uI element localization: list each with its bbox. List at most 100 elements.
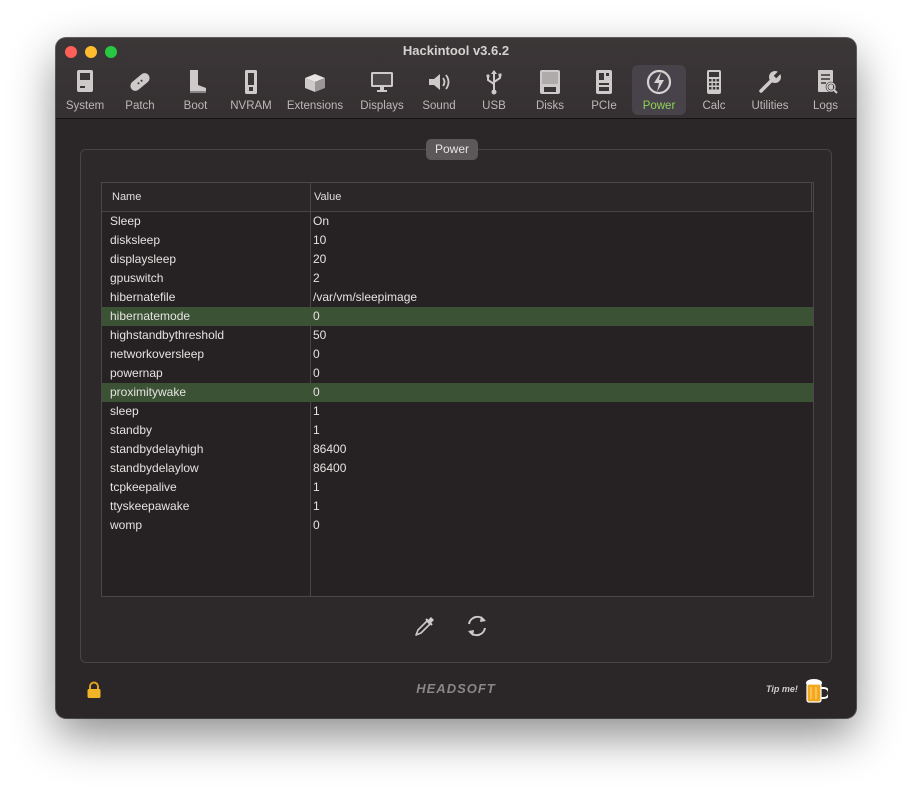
toolbar-label: System <box>65 100 105 112</box>
table-header: Name Value <box>102 183 813 212</box>
toolbar-utilities-button[interactable]: Utilities <box>744 65 796 115</box>
logs-icon <box>811 67 841 97</box>
toolbar-pcie-button[interactable]: PCIe <box>579 65 629 115</box>
table-row[interactable]: proximitywake 0 <box>102 383 813 402</box>
table-row[interactable]: gpuswitch 2 <box>102 269 813 288</box>
row-name: displaysleep <box>110 252 177 266</box>
table-row[interactable]: sleep 1 <box>102 402 813 421</box>
table-row[interactable]: hibernatemode 0 <box>102 307 813 326</box>
toolbar-label: Displays <box>360 100 404 112</box>
toolbar-logs-button[interactable]: Logs <box>798 65 853 115</box>
row-name: gpuswitch <box>110 271 164 285</box>
row-name: standbydelayhigh <box>110 442 204 456</box>
table-row[interactable]: Sleep On <box>102 212 813 231</box>
column-header-name[interactable]: Name <box>112 183 141 211</box>
sound-icon <box>424 67 454 97</box>
row-value: 50 <box>313 328 327 342</box>
utilities-icon <box>755 67 785 97</box>
toolbar-extensions-button[interactable]: Extensions <box>283 65 347 115</box>
toolbar-boot-button[interactable]: Boot <box>168 65 223 115</box>
table-row[interactable]: standbydelayhigh 86400 <box>102 440 813 459</box>
toolbar-label: Boot <box>183 100 208 112</box>
tip-me-label[interactable]: Tip me! <box>766 684 798 694</box>
title-bar: Hackintool v3.6.2 System Patch Boot NVRAM Ex… <box>56 38 856 119</box>
table-row[interactable]: highstandbythreshold 50 <box>102 326 813 345</box>
table-row[interactable]: networkoversleep 0 <box>102 345 813 364</box>
row-value: 10 <box>313 233 327 247</box>
toolbar-nvram-button[interactable]: NVRAM <box>225 65 277 115</box>
tip-me-button[interactable] <box>804 677 830 705</box>
edit-button[interactable] <box>412 613 438 639</box>
row-value: 86400 <box>313 442 347 456</box>
boot-icon <box>181 67 211 97</box>
refresh-button[interactable] <box>464 613 490 639</box>
toolbar-calc-button[interactable]: Calc <box>689 65 739 115</box>
table-row[interactable]: hibernatefile/var/vm/sleepimage <box>102 288 813 307</box>
toolbar-label: Disks <box>535 100 565 112</box>
toolbar-displays-button[interactable]: Displays <box>355 65 409 115</box>
toolbar-disks-button[interactable]: Disks <box>522 65 578 115</box>
toolbar-label: Logs <box>813 100 838 112</box>
table-row[interactable]: powernap 0 <box>102 364 813 383</box>
table-row[interactable]: standby 1 <box>102 421 813 440</box>
nvram-icon <box>236 67 266 97</box>
toolbar-label: Calc <box>702 100 726 112</box>
window-title: Hackintool v3.6.2 <box>402 43 510 58</box>
row-name: ttyskeepawake <box>110 499 190 513</box>
row-value: 0 <box>313 518 320 532</box>
main-toolbar: System Patch Boot NVRAM Extensions Displays So… <box>56 65 856 115</box>
headsoft-logo: HEADSOFT <box>416 681 496 696</box>
toolbar-label: PCIe <box>591 100 617 112</box>
row-name: powernap <box>110 366 163 380</box>
displays-icon <box>367 67 397 97</box>
power-icon <box>644 67 674 97</box>
usb-icon <box>479 67 509 97</box>
table-body: Sleep On disksleep 10 displaysleep 20 gpuswitc… <box>102 212 813 535</box>
toolbar-label: Utilities <box>751 100 789 112</box>
row-value: 86400 <box>313 461 347 475</box>
toolbar-power-button[interactable]: Power <box>632 65 686 115</box>
app-window: Hackintool v3.6.2 System Patch Boot NVRAM Ex… <box>56 38 856 718</box>
table-row[interactable]: ttyskeepawake 1 <box>102 497 813 516</box>
toolbar-label: USB <box>482 100 506 112</box>
row-name: highstandbythreshold <box>110 328 225 342</box>
row-name: proximitywake <box>110 385 187 399</box>
row-value: On <box>313 214 330 228</box>
lock-button[interactable] <box>86 681 102 699</box>
toolbar-usb-button[interactable]: USB <box>470 65 518 115</box>
beer-icon <box>806 679 830 703</box>
table-row[interactable]: womp 0 <box>102 516 813 535</box>
table-row[interactable]: disksleep 10 <box>102 231 813 250</box>
toolbar-sound-button[interactable]: Sound <box>414 65 464 115</box>
power-settings-table[interactable]: Name Value Sleep On disksleep 10 displayslee… <box>101 182 814 597</box>
row-name: sleep <box>110 404 139 418</box>
row-value: 1 <box>313 499 320 513</box>
toolbar-system-button[interactable]: System <box>61 65 109 115</box>
row-value: 0 <box>313 309 320 323</box>
row-name: womp <box>110 518 143 532</box>
row-name: standby <box>110 423 153 437</box>
toolbar-label: Power <box>642 100 676 112</box>
row-value: 1 <box>313 423 320 437</box>
table-row[interactable]: tcpkeepalive 1 <box>102 478 813 497</box>
pcie-icon <box>589 67 619 97</box>
calc-icon <box>699 67 729 97</box>
column-divider-right <box>811 183 812 211</box>
row-value: 0 <box>313 366 320 380</box>
row-value: 0 <box>313 385 320 399</box>
extensions-icon <box>300 67 330 97</box>
row-value: 20 <box>313 252 327 266</box>
disks-icon <box>535 67 565 97</box>
row-name: Sleep <box>110 214 141 228</box>
table-row[interactable]: displaysleep 20 <box>102 250 813 269</box>
column-header-value[interactable]: Value <box>314 183 341 211</box>
refresh-icon <box>468 615 486 637</box>
table-row[interactable]: standbydelaylow 86400 <box>102 459 813 478</box>
patch-icon <box>125 67 155 97</box>
row-value: 2 <box>313 271 320 285</box>
row-name: hibernatefile <box>110 290 176 304</box>
toolbar-label: Patch <box>125 100 155 112</box>
row-value: 1 <box>313 404 320 418</box>
toolbar-patch-button[interactable]: Patch <box>116 65 164 115</box>
row-value: 1 <box>313 480 320 494</box>
